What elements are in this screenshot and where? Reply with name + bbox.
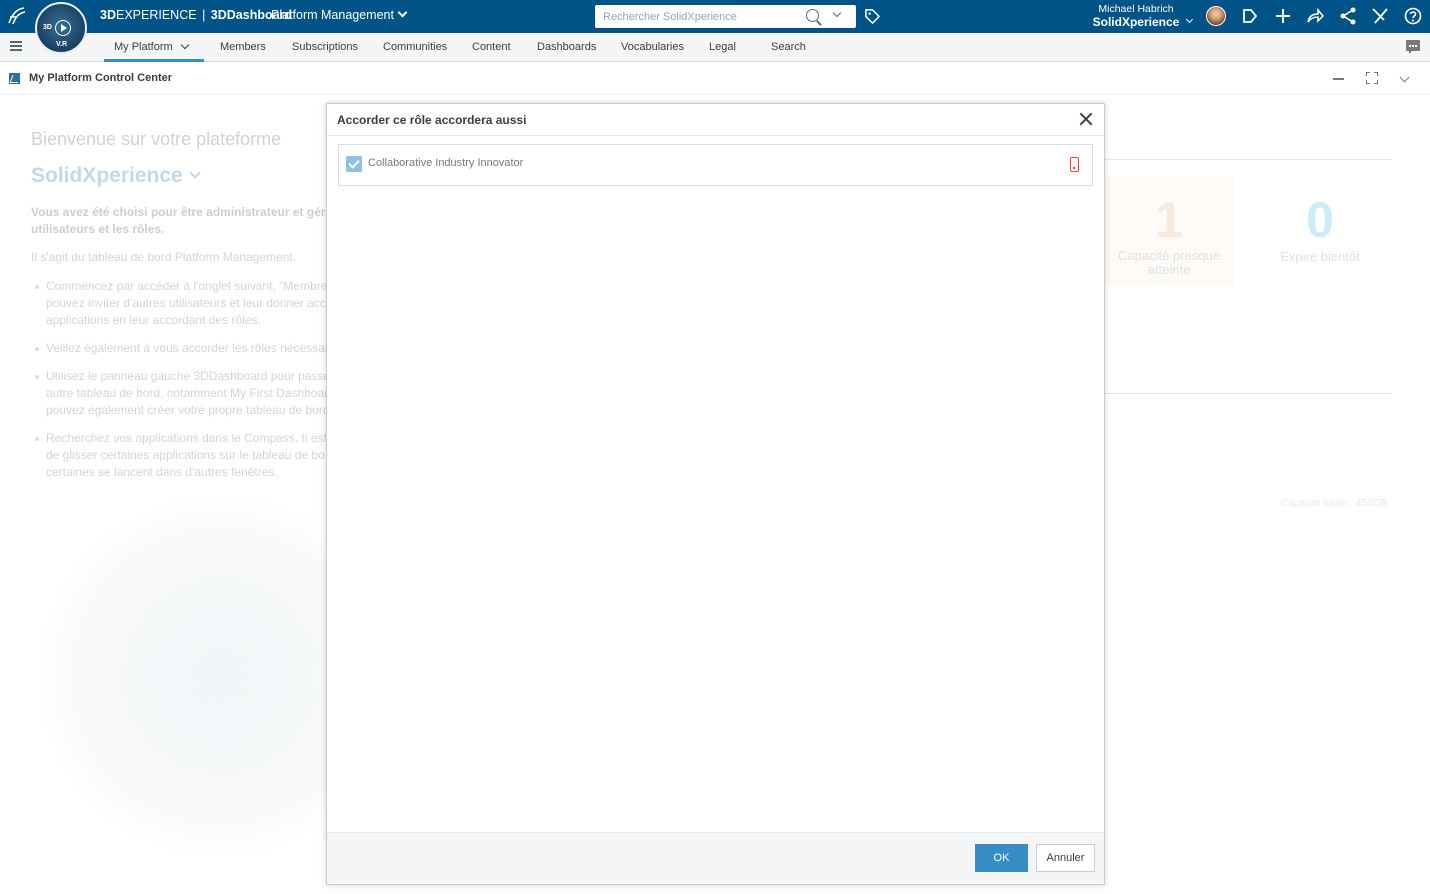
org-selector[interactable]: SolidXperience (31, 164, 201, 188)
divider (1104, 159, 1392, 160)
chevron-down-icon[interactable] (180, 40, 190, 50)
close-icon[interactable] (1079, 112, 1093, 126)
widget-app-icon (9, 73, 20, 84)
search-box (595, 5, 856, 28)
top-bar: 3D V.R 3DEXPERIENCE | 3DDashboard Platfo… (0, 0, 1430, 54)
list-item: Recherchez vos applications dans le Comp… (35, 430, 336, 481)
role-checkbox[interactable] (346, 156, 362, 172)
tab-bar: My Platform Members Subscriptions Commun… (0, 33, 1430, 62)
bullet-list: Commencez par accéder à l'onglet suivant… (35, 278, 336, 492)
dialog-footer: OK Annuler (327, 832, 1104, 884)
intro-text: Il s'agit du tableau de bord Platform Ma… (31, 250, 297, 264)
search-options-chevron-icon[interactable] (832, 8, 842, 18)
tools-icon[interactable] (1371, 7, 1389, 25)
stat-expiring-soon[interactable]: 0 Expire bientôt (1255, 176, 1385, 286)
cancel-button[interactable]: Annuler (1036, 844, 1095, 872)
user-org: SolidXperience (1092, 15, 1180, 29)
compass-icon[interactable]: 3D V.R (35, 2, 87, 54)
widget-title: My Platform Control Center (29, 72, 173, 84)
ok-button[interactable]: OK (975, 844, 1028, 872)
list-item: Veillez également à vous accorder les rô… (35, 340, 336, 357)
grant-role-dialog: Accorder ce rôle accordera aussi Collabo… (326, 103, 1105, 885)
plus-icon[interactable] (1274, 7, 1292, 25)
chevron-down-icon (397, 7, 408, 18)
hamburger-menu-icon[interactable] (10, 41, 22, 51)
tag-outline-icon[interactable] (1241, 7, 1259, 25)
share-icon[interactable] (1306, 7, 1324, 25)
user-name: Michael Habrich (1098, 3, 1174, 15)
tab-subscriptions[interactable]: Subscriptions (292, 41, 358, 53)
tab-communities[interactable]: Communities (383, 41, 447, 53)
widget-menu-chevron-icon[interactable] (1399, 72, 1410, 83)
role-name: Collaborative Industry Innovator (368, 157, 524, 169)
user-menu[interactable]: Michael Habrich SolidXperience (1084, 3, 1194, 29)
avatar[interactable] (1206, 6, 1226, 26)
divider (1104, 393, 1392, 394)
tag-icon[interactable] (864, 8, 881, 25)
compass-3d-label: 3D (43, 24, 52, 31)
tab-content[interactable]: Content (472, 41, 511, 53)
tab-vocabularies[interactable]: Vocabularies (621, 41, 684, 53)
tab-search[interactable]: Search (771, 41, 806, 53)
dialog-header: Accorder ce rôle accordera aussi (327, 104, 1104, 136)
compass-vr-label: V.R (56, 41, 68, 48)
mobile-device-icon (1070, 157, 1079, 172)
tab-dashboards[interactable]: Dashboards (537, 41, 596, 53)
play-icon (55, 20, 71, 36)
app-title-dropdown[interactable]: Platform Management (271, 7, 408, 22)
chat-icon[interactable] (1406, 40, 1420, 54)
stat-capacity-almost-reached[interactable]: 1 Capacité presque atteinte (1104, 176, 1234, 286)
total-capacity-text: Capacité totale : 450GB (1281, 498, 1388, 509)
network-share-icon[interactable] (1339, 7, 1357, 25)
list-item: Collaborative Industry Innovator (338, 144, 1093, 186)
intro-bold-text: Vous avez été choisi pour être administr… (31, 205, 326, 236)
search-icon[interactable] (806, 9, 819, 22)
chevron-down-icon (189, 167, 201, 179)
list-item: Commencez par accéder à l'onglet suivant… (35, 278, 336, 329)
maximize-icon[interactable] (1366, 72, 1378, 84)
dialog-title: Accorder ce rôle accordera aussi (337, 113, 527, 127)
ds-logo-icon[interactable] (6, 5, 28, 27)
list-item: Utilisez le panneau gauche 3DDashboard p… (35, 368, 336, 419)
tab-members[interactable]: Members (220, 41, 266, 53)
welcome-heading: Bienvenue sur votre plateforme (31, 129, 282, 149)
tab-my-platform[interactable]: My Platform (114, 41, 173, 53)
help-icon[interactable] (1404, 7, 1422, 25)
widget-header: My Platform Control Center (0, 63, 1430, 95)
app-title: Platform Management (271, 8, 394, 22)
minimize-icon[interactable] (1333, 78, 1344, 80)
active-tab-indicator (104, 59, 204, 62)
search-input[interactable] (603, 8, 803, 25)
tab-legal[interactable]: Legal (709, 41, 736, 53)
brand-title: 3DEXPERIENCE | 3DDashboard (100, 8, 293, 22)
